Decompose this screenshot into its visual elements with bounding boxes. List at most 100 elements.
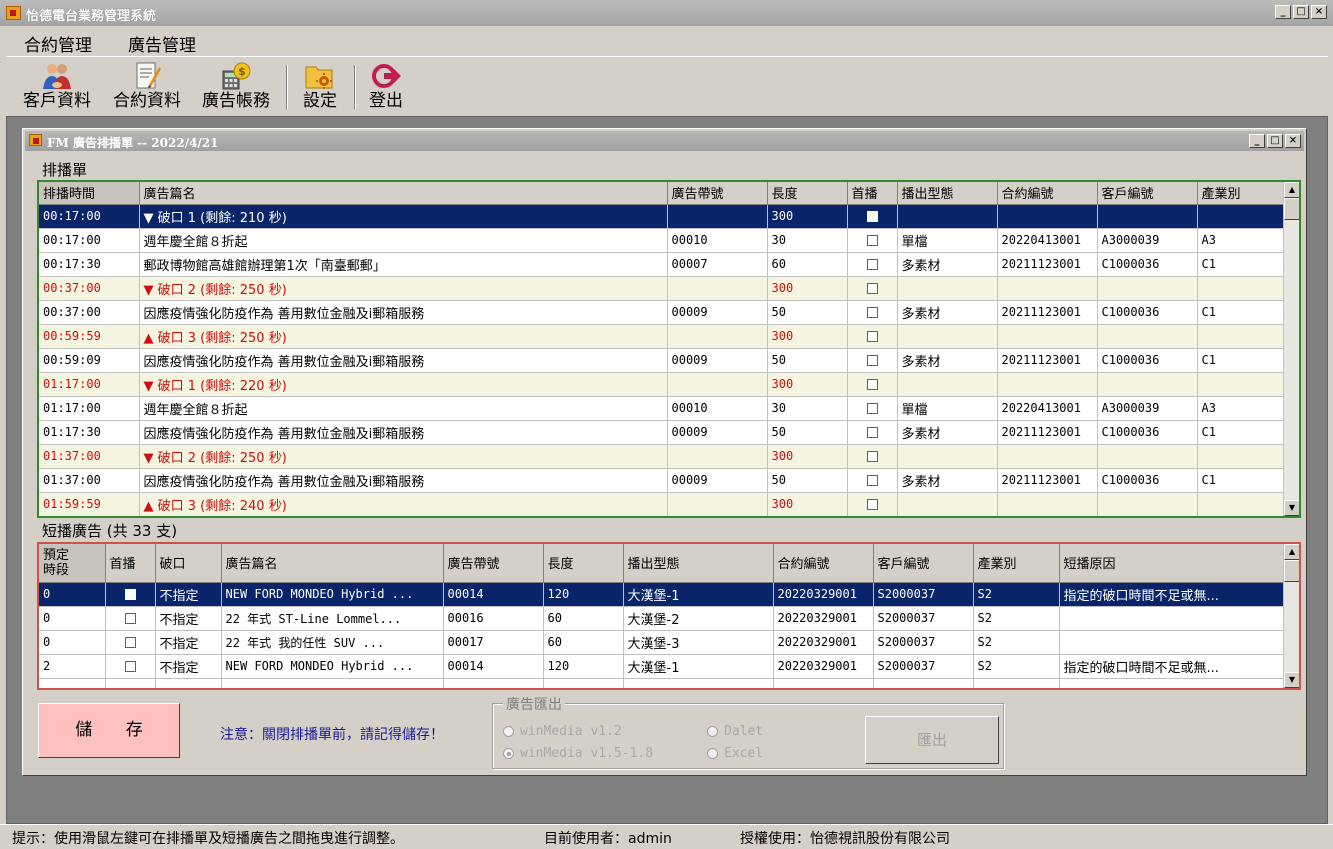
logout-button[interactable]: 登出 bbox=[364, 61, 408, 113]
schedule-row[interactable]: 00:59:09 因應疫情強化防疫作為 善用數位金融及i郵箱服務 00009 50 多素… bbox=[39, 348, 1284, 373]
schedule-row[interactable]: 01:17:30 因應疫情強化防疫作為 善用數位金融及i郵箱服務 00009 50 多素… bbox=[39, 420, 1284, 445]
schedule-row[interactable]: 00:17:30 郵政博物館高雄館辦理第1次「南臺郵郵」 00007 60 多素材 202… bbox=[39, 252, 1284, 277]
col-format[interactable]: 播出型態 bbox=[623, 544, 774, 583]
short-ad-row-partial[interactable] bbox=[39, 678, 1284, 688]
premiere-checkbox[interactable] bbox=[866, 403, 878, 414]
col-ad-title[interactable]: 廣告篇名 bbox=[139, 182, 668, 205]
child-maximize-button[interactable]: □ bbox=[1267, 134, 1283, 148]
schedule-break-row[interactable]: 00:17:00 ▼ 破口 1 (剩餘: 210 秒) 300 bbox=[39, 204, 1284, 229]
schedule-break-row[interactable]: 00:37:00 ▼ 破口 2 (剩餘: 250 秒) 300 bbox=[39, 276, 1284, 301]
col-client-no[interactable]: 客戶編號 bbox=[873, 544, 974, 583]
col-length[interactable]: 長度 bbox=[543, 544, 624, 583]
col-industry[interactable]: 產業別 bbox=[1197, 182, 1284, 205]
premiere-checkbox[interactable] bbox=[866, 307, 878, 318]
cell-time: 00:17:30 bbox=[39, 252, 140, 277]
premiere-checkbox[interactable] bbox=[124, 589, 136, 600]
short-ad-row[interactable]: 0 不指定 NEW FORD MONDEO Hybrid ... 00014 120 大漢… bbox=[39, 582, 1284, 607]
scroll-thumb[interactable] bbox=[1284, 198, 1299, 220]
export-button[interactable]: 匯出 bbox=[865, 716, 999, 764]
radio-dalet[interactable]: Dalet bbox=[707, 724, 763, 739]
cell-tape: 00017 bbox=[443, 630, 544, 655]
schedule-row[interactable]: 00:37:00 因應疫情強化防疫作為 善用數位金融及i郵箱服務 00009 50 多素… bbox=[39, 300, 1284, 325]
premiere-checkbox[interactable] bbox=[124, 637, 136, 648]
schedule-break-row[interactable]: 00:59:59 ▲ 破口 3 (剩餘: 250 秒) 300 bbox=[39, 324, 1284, 349]
premiere-checkbox[interactable] bbox=[124, 661, 136, 672]
scroll-up-icon[interactable]: ▲ bbox=[1284, 182, 1299, 198]
premiere-checkbox[interactable] bbox=[866, 379, 878, 390]
child-minimize-button[interactable]: _ bbox=[1249, 134, 1265, 148]
radio-winmedia-12[interactable]: winMedia v1.2 bbox=[503, 724, 622, 739]
short-ad-row[interactable]: 0 不指定 22 年式 ST-Line Lommel... 00016 60 大漢堡-2 2… bbox=[39, 606, 1284, 631]
col-industry[interactable]: 產業別 bbox=[973, 544, 1060, 583]
billing-button[interactable]: $ 廣告帳務 bbox=[196, 61, 276, 113]
minimize-button[interactable]: _ bbox=[1275, 5, 1291, 19]
short-ad-row[interactable]: 0 不指定 22 年式 我的任性 SUV ... 00017 60 大漢堡-3 202203… bbox=[39, 630, 1284, 655]
menu-contract[interactable]: 合約管理 bbox=[24, 31, 92, 56]
scroll-down-icon[interactable]: ▼ bbox=[1284, 500, 1299, 516]
col-contract-no[interactable]: 合約編號 bbox=[773, 544, 874, 583]
schedule-scrollbar[interactable]: ▲ ▼ bbox=[1283, 182, 1299, 516]
scroll-thumb[interactable] bbox=[1284, 560, 1299, 582]
settings-button[interactable]: 設定 bbox=[298, 61, 342, 113]
schedule-row[interactable]: 01:17:00 週年慶全館８折起 00010 30 單檔 20220413001 A300… bbox=[39, 396, 1284, 421]
premiere-checkbox[interactable] bbox=[124, 613, 136, 624]
scroll-up-icon[interactable]: ▲ bbox=[1284, 544, 1299, 560]
premiere-checkbox[interactable] bbox=[866, 283, 878, 294]
premiere-checkbox[interactable] bbox=[866, 451, 878, 462]
radio-excel[interactable]: Excel bbox=[707, 746, 763, 761]
col-tape-no[interactable]: 廣告帶號 bbox=[443, 544, 544, 583]
col-short-reason[interactable]: 短播原因 bbox=[1059, 544, 1284, 583]
premiere-checkbox[interactable] bbox=[866, 499, 878, 510]
customers-button[interactable]: 客戶資料 bbox=[16, 61, 98, 113]
contract-document-icon bbox=[131, 61, 163, 91]
window-logo-icon bbox=[29, 134, 42, 146]
premiere-checkbox[interactable] bbox=[866, 475, 878, 486]
scroll-down-icon[interactable]: ▼ bbox=[1284, 672, 1299, 688]
schedule-grid[interactable]: 排播時間 廣告篇名 廣告帶號 長度 首播 播出型態 合約編號 客戶編號 產業別 … bbox=[37, 180, 1301, 518]
col-air-time[interactable]: 排播時間 bbox=[39, 182, 140, 205]
short-ads-grid[interactable]: 預定 時段 首播 破口 廣告篇名 廣告帶號 長度 播出型態 合約編號 客戶編號 … bbox=[37, 542, 1301, 690]
save-button[interactable]: 儲 存 bbox=[38, 703, 180, 758]
cell-name: 週年慶全館８折起 bbox=[139, 228, 668, 253]
col-length[interactable]: 長度 bbox=[767, 182, 848, 205]
short-ad-row[interactable]: 2 不指定 NEW FORD MONDEO Hybrid ... 00014 120 大漢… bbox=[39, 654, 1284, 679]
schedule-break-row[interactable]: 01:59:59 ▲ 破口 3 (剩餘: 240 秒) 300 bbox=[39, 492, 1284, 516]
col-format[interactable]: 播出型態 bbox=[897, 182, 998, 205]
radio-winmedia-15[interactable]: winMedia v1.5-1.8 bbox=[503, 746, 653, 761]
schedule-break-row[interactable]: 01:37:00 ▼ 破口 2 (剩餘: 250 秒) 300 bbox=[39, 444, 1284, 469]
schedule-row[interactable]: 01:37:00 因應疫情強化防疫作為 善用數位金融及i郵箱服務 00009 50 多素… bbox=[39, 468, 1284, 493]
child-close-button[interactable]: × bbox=[1285, 134, 1301, 148]
premiere-checkbox[interactable] bbox=[866, 427, 878, 438]
col-break[interactable]: 破口 bbox=[155, 544, 222, 583]
col-premiere[interactable]: 首播 bbox=[847, 182, 898, 205]
col-premiere[interactable]: 首播 bbox=[105, 544, 156, 583]
cell-len: 30 bbox=[767, 396, 848, 421]
premiere-checkbox[interactable] bbox=[866, 235, 878, 246]
cell-client: C1000036 bbox=[1097, 252, 1198, 277]
col-slot[interactable]: 預定 時段 bbox=[39, 544, 106, 583]
contracts-button[interactable]: 合約資料 bbox=[106, 61, 188, 113]
schedule-label: 排播單 bbox=[42, 161, 88, 179]
cell-slot: 0 bbox=[39, 606, 106, 631]
cell-empty bbox=[221, 678, 444, 688]
col-client-no[interactable]: 客戶編號 bbox=[1097, 182, 1198, 205]
maximize-button[interactable]: □ bbox=[1293, 5, 1309, 19]
cell-contract bbox=[997, 372, 1098, 397]
cell-name: ▼ 破口 1 (剩餘: 220 秒) bbox=[139, 372, 668, 397]
menu-ads[interactable]: 廣告管理 bbox=[128, 31, 196, 56]
schedule-row[interactable]: 00:17:00 週年慶全館８折起 00010 30 單檔 20220413001 A300… bbox=[39, 228, 1284, 253]
premiere-checkbox[interactable] bbox=[866, 211, 878, 222]
premiere-checkbox[interactable] bbox=[866, 355, 878, 366]
premiere-checkbox[interactable] bbox=[866, 259, 878, 270]
cell-tape: 00014 bbox=[443, 582, 544, 607]
close-button[interactable]: × bbox=[1311, 5, 1327, 19]
schedule-break-row[interactable]: 01:17:00 ▼ 破口 1 (剩餘: 220 秒) 300 bbox=[39, 372, 1284, 397]
cell-contract bbox=[997, 204, 1098, 229]
cell-contract: 20211123001 bbox=[997, 252, 1098, 277]
premiere-checkbox[interactable] bbox=[866, 331, 878, 342]
col-contract-no[interactable]: 合約編號 bbox=[997, 182, 1098, 205]
col-tape-no[interactable]: 廣告帶號 bbox=[667, 182, 768, 205]
cell-ind: C1 bbox=[1197, 348, 1284, 373]
col-ad-title[interactable]: 廣告篇名 bbox=[221, 544, 444, 583]
short-ads-scrollbar[interactable]: ▲ ▼ bbox=[1283, 544, 1299, 688]
